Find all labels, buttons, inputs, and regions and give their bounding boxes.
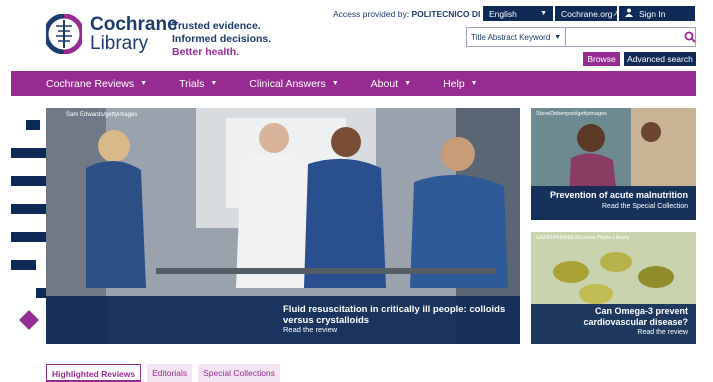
cochrane-org-link[interactable]: Cochrane.org ↗ (555, 6, 619, 21)
site-header: Cochrane Library Trusted evidence. Infor… (0, 0, 713, 70)
tagline-line-2: Informed decisions. (172, 33, 272, 45)
decorative-bar (36, 288, 46, 298)
feature-card-omega3[interactable]: GARO/PHANIE/Science Photo Library Can Om… (531, 232, 696, 344)
card-photo-credit: GARO/PHANIE/Science Photo Library (536, 235, 630, 241)
cochrane-logo-icon (43, 13, 85, 55)
nav-label: Clinical Answers (249, 77, 326, 90)
sign-in-label: Sign In (639, 8, 666, 19)
chevron-down-icon: ▼ (554, 33, 562, 41)
nav-label: About (370, 77, 399, 90)
search-icon[interactable] (684, 28, 696, 46)
chevron-down-icon: ▼ (540, 10, 547, 17)
logo-text-library: Library (90, 33, 149, 54)
nav-item-about[interactable]: About ▼ (371, 78, 411, 90)
user-icon (625, 8, 633, 19)
chevron-down-icon: ▼ (140, 80, 148, 87)
feature-card-malnutrition[interactable]: SteveDebenport/gettyimages Prevention of… (531, 108, 696, 220)
decorative-bar (11, 204, 46, 214)
advanced-search-button[interactable]: Advanced search (624, 52, 696, 66)
chevron-down-icon: ▼ (210, 80, 218, 87)
decorative-diamond (19, 310, 39, 330)
nav-item-clinical-answers[interactable]: Clinical Answers ▼ (249, 78, 338, 90)
decorative-bar (11, 260, 36, 270)
search-type-label: Title Abstract Keyword (471, 32, 551, 42)
decorative-bar (26, 120, 40, 130)
nav-label: Help (443, 77, 465, 90)
hero-photo-credit: Sam Edwards/gettyimages (66, 112, 138, 118)
decorative-bar (11, 148, 46, 158)
access-prefix: Access provided by: (333, 9, 410, 19)
language-label: English (489, 8, 517, 19)
org-link-label: Cochrane.org (561, 8, 613, 19)
language-select[interactable]: English ▼ (483, 6, 553, 21)
content-tabs: Highlighted Reviews Editorials Special C… (46, 364, 286, 382)
main-navigation: Cochrane Reviews ▼ Trials ▼ Clinical Answe… (11, 71, 696, 96)
decorative-bar (11, 232, 46, 242)
card-title[interactable]: Prevention of acute malnutrition (550, 190, 688, 201)
card-link[interactable]: Read the Special Collection (602, 203, 688, 210)
tagline-line-3: Better health. (172, 46, 240, 58)
cochrane-library-logo[interactable]: Cochrane Library (43, 13, 178, 55)
hero-feature[interactable]: Sam Edwards/gettyimages Fluid resuscitat… (46, 108, 520, 344)
browse-button[interactable]: Browse (583, 52, 620, 66)
card-photo-credit: SteveDebenport/gettyimages (536, 111, 607, 117)
search-bar: Title Abstract Keyword ▼ (466, 27, 696, 47)
tagline-line-1: Trusted evidence. (172, 20, 261, 32)
hero-read-link[interactable]: Read the review (283, 325, 337, 334)
nav-item-trials[interactable]: Trials ▼ (179, 78, 217, 90)
nav-item-help[interactable]: Help ▼ (443, 78, 478, 90)
search-input[interactable] (566, 28, 685, 46)
chevron-down-icon: ▼ (404, 80, 412, 87)
nav-label: Trials (179, 77, 205, 90)
sign-in-button[interactable]: Sign In (619, 6, 695, 21)
nav-item-cochrane-reviews[interactable]: Cochrane Reviews ▼ (46, 78, 147, 90)
nav-label: Cochrane Reviews (46, 77, 135, 90)
decorative-bar (11, 176, 46, 186)
card-link[interactable]: Read the review (637, 329, 688, 336)
chevron-down-icon: ▼ (331, 80, 339, 87)
card-title[interactable]: Can Omega-3 prevent cardiovascular disea… (538, 306, 688, 328)
chevron-down-icon: ▼ (470, 80, 478, 87)
tab-highlighted-reviews[interactable]: Highlighted Reviews (46, 364, 142, 382)
tagline: Trusted evidence. Informed decisions. Be… (172, 20, 271, 59)
search-type-select[interactable]: Title Abstract Keyword ▼ (467, 28, 567, 46)
tab-special-collections[interactable]: Special Collections (198, 364, 280, 382)
logo-text-cochrane: Cochrane (90, 14, 178, 35)
tab-editorials[interactable]: Editorials (147, 364, 193, 382)
hero-title[interactable]: Fluid resuscitation in critically ill pe… (283, 304, 513, 326)
